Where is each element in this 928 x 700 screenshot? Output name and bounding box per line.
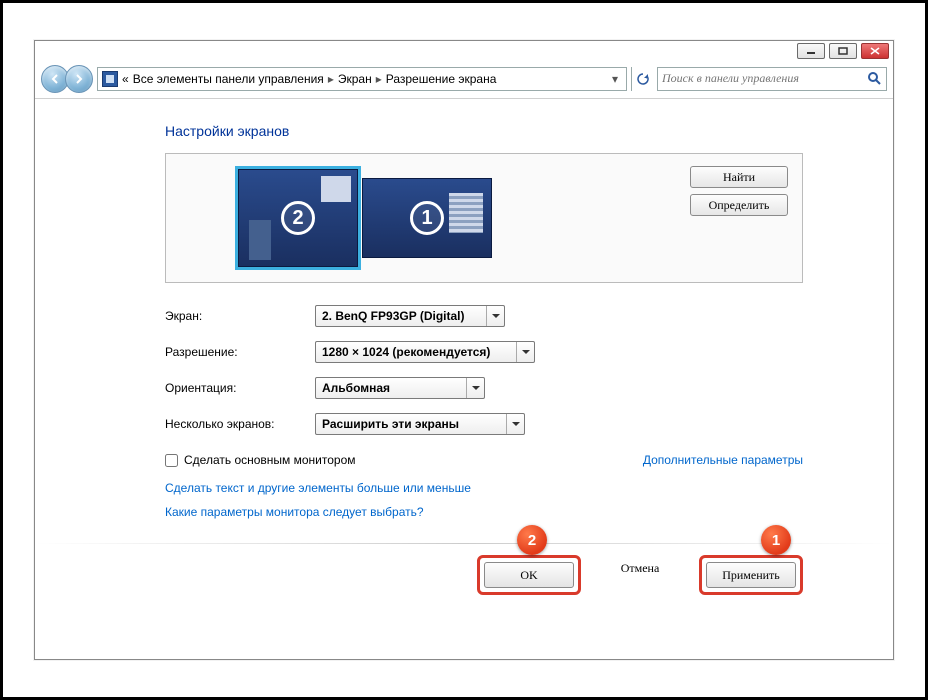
- explorer-window: « Все элементы панели управления ▸ Экран…: [34, 40, 894, 660]
- titlebar: [35, 41, 893, 63]
- refresh-button[interactable]: [631, 67, 653, 91]
- ok-button[interactable]: OK: [484, 562, 574, 588]
- control-panel-icon: [102, 71, 118, 87]
- monitor-2-number: 2: [281, 201, 315, 235]
- annotation-badge-2: 2: [517, 525, 547, 555]
- orientation-label: Ориентация:: [165, 381, 315, 395]
- make-primary-label: Сделать основным монитором: [184, 453, 356, 467]
- minimize-button[interactable]: [797, 43, 825, 59]
- breadcrumb-seg-3[interactable]: Разрешение экрана: [386, 72, 497, 86]
- search-icon: [866, 72, 882, 85]
- settings-rows: Экран: 2. BenQ FP93GP (Digital) Разрешен…: [165, 305, 803, 435]
- resolution-label: Разрешение:: [165, 345, 315, 359]
- resolution-combo[interactable]: 1280 × 1024 (рекомендуется): [315, 341, 535, 363]
- breadcrumb-seg-2[interactable]: Экран: [338, 72, 372, 86]
- display-value: 2. BenQ FP93GP (Digital): [322, 309, 464, 323]
- search-input[interactable]: [662, 71, 866, 86]
- monitor-2[interactable]: 2: [238, 169, 358, 267]
- chevron-down-icon: [466, 378, 484, 398]
- forward-button[interactable]: [65, 65, 93, 93]
- which-settings-link[interactable]: Какие параметры монитора следует выбрать…: [165, 505, 803, 519]
- orientation-value: Альбомная: [322, 381, 390, 395]
- display-preview: 2 1 Найти Определить: [165, 153, 803, 283]
- display-label: Экран:: [165, 309, 315, 323]
- make-primary-checkbox[interactable]: Сделать основным монитором: [165, 453, 356, 467]
- resolution-value: 1280 × 1024 (рекомендуется): [322, 345, 490, 359]
- chevron-right-icon: ▸: [328, 72, 334, 86]
- find-button[interactable]: Найти: [690, 166, 788, 188]
- display-combo[interactable]: 2. BenQ FP93GP (Digital): [315, 305, 505, 327]
- chevron-down-icon: [486, 306, 504, 326]
- monitor-1[interactable]: 1: [362, 178, 492, 258]
- footer-buttons: 2 OK Отмена 1 Применить: [165, 543, 803, 595]
- breadcrumb-pre: «: [122, 72, 129, 86]
- maximize-button[interactable]: [829, 43, 857, 59]
- breadcrumb-seg-1[interactable]: Все элементы панели управления: [133, 72, 324, 86]
- annotation-badge-1: 1: [761, 525, 791, 555]
- search-box[interactable]: [657, 67, 887, 91]
- monitors-area[interactable]: 2 1: [238, 169, 492, 267]
- apply-button[interactable]: Применить: [706, 562, 796, 588]
- detect-button[interactable]: Определить: [690, 194, 788, 216]
- ok-highlight: OK: [477, 555, 581, 595]
- apply-highlight: Применить: [699, 555, 803, 595]
- screenshot-frame: « Все элементы панели управления ▸ Экран…: [0, 0, 928, 700]
- address-bar[interactable]: « Все элементы панели управления ▸ Экран…: [97, 67, 627, 91]
- nav-buttons: [41, 65, 93, 93]
- nav-bar: « Все элементы панели управления ▸ Экран…: [35, 63, 893, 99]
- chevron-down-icon: [506, 414, 524, 434]
- monitor-1-number: 1: [410, 201, 444, 235]
- advanced-settings-link[interactable]: Дополнительные параметры: [643, 453, 803, 467]
- cancel-button[interactable]: Отмена: [595, 555, 685, 581]
- chevron-down-icon: [516, 342, 534, 362]
- text-size-link[interactable]: Сделать текст и другие элементы больше и…: [165, 481, 803, 495]
- chevron-right-icon: ▸: [376, 72, 382, 86]
- multi-display-combo[interactable]: Расширить эти экраны: [315, 413, 525, 435]
- orientation-combo[interactable]: Альбомная: [315, 377, 485, 399]
- multi-display-value: Расширить эти экраны: [322, 417, 459, 431]
- page-title: Настройки экранов: [165, 123, 803, 139]
- content-pane: Настройки экранов 2 1 Найти Определить: [35, 99, 893, 659]
- make-primary-input[interactable]: [165, 454, 178, 467]
- close-button[interactable]: [861, 43, 889, 59]
- address-dropdown[interactable]: ▾: [608, 72, 622, 86]
- multi-display-label: Несколько экранов:: [165, 417, 315, 431]
